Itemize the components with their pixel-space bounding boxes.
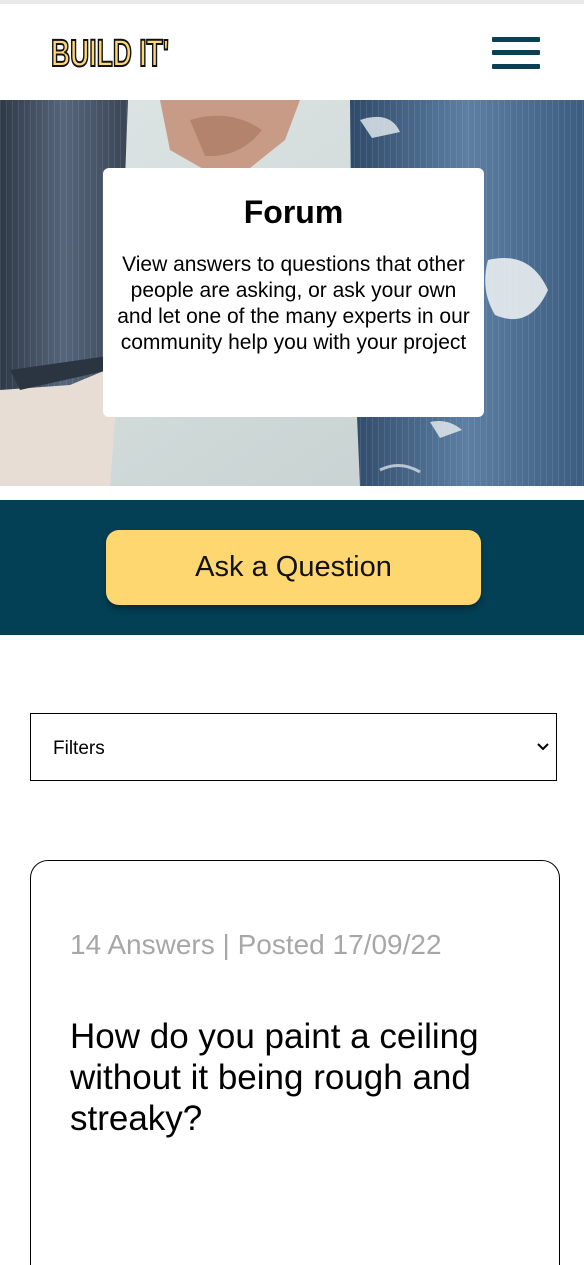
forum-description: View answers to questions that other peo… — [117, 253, 470, 354]
forum-hero: Forum View answers to questions that oth… — [0, 100, 584, 486]
site-header: BUILD IT' — [0, 4, 584, 100]
question-title[interactable]: How do you paint a ceiling without it be… — [70, 1016, 530, 1139]
forum-intro-card: Forum View answers to questions that oth… — [103, 168, 484, 417]
menu-bar — [492, 37, 540, 42]
ask-question-band: Ask a Question — [0, 500, 584, 635]
ask-question-button[interactable]: Ask a Question — [106, 530, 481, 605]
hamburger-menu-icon[interactable] — [488, 34, 544, 74]
menu-bar — [492, 64, 540, 69]
menu-bar — [492, 50, 540, 55]
chevron-down-icon — [537, 743, 549, 751]
question-card[interactable]: 14 Answers | Posted 17/09/22 How do you … — [30, 860, 560, 1265]
filters-select[interactable]: Filters — [30, 713, 557, 781]
build-it-logo[interactable]: BUILD IT' — [50, 30, 172, 76]
svg-text:BUILD IT': BUILD IT' — [51, 33, 169, 72]
page-title: Forum — [243, 194, 344, 230]
question-meta: 14 Answers | Posted 17/09/22 — [70, 929, 442, 960]
filters-selected-value: Filters — [53, 738, 105, 759]
